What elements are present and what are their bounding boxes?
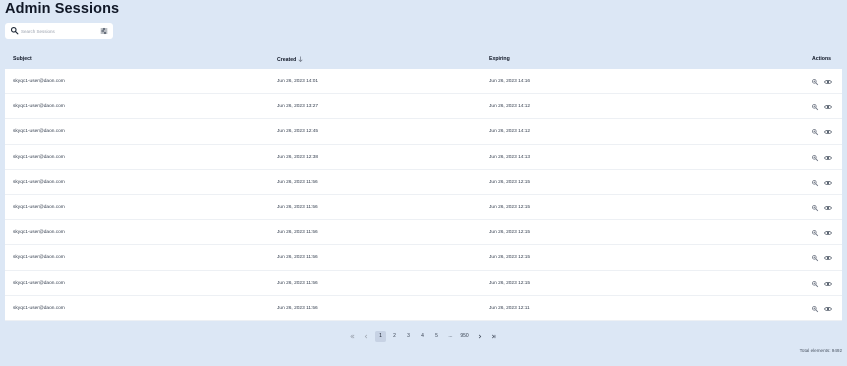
cell-subject: skyqc1-user@daon.com	[13, 205, 65, 210]
cell-expiring: Jun 26, 2023 12:15	[489, 205, 531, 210]
table-row[interactable]: skyqc1-user@daon.com Jun 26, 2023 14:01 Ju…	[5, 69, 842, 95]
cell-expiring: Jun 26, 2023 12:11	[489, 305, 530, 311]
page-button[interactable]: 1	[375, 331, 386, 342]
eye-icon[interactable]	[824, 78, 832, 86]
table-row[interactable]: skyqc1-user@daon.com Jun 26, 2023 12:45 Ju…	[5, 119, 842, 145]
page-button[interactable]: 950	[458, 331, 471, 342]
cell-expiring: Jun 26, 2023 14:12	[489, 104, 531, 110]
next-page-icon[interactable]	[475, 331, 483, 342]
cell-created: Jun 26, 2023 11:56	[277, 305, 318, 311]
cell-created: Jun 26, 2023 12:38	[277, 154, 319, 160]
zoom-icon[interactable]	[811, 229, 819, 237]
cell-subject: skyqc1-user@daon.com	[13, 280, 65, 286]
cell-created: Jun 26, 2023 14:01	[277, 79, 319, 84]
eye-icon[interactable]	[824, 179, 832, 187]
eye-icon[interactable]	[824, 154, 832, 162]
search-input[interactable]	[21, 25, 93, 37]
zoom-icon[interactable]	[811, 254, 819, 262]
table-row[interactable]: skyqc1-user@daon.com Jun 26, 2023 11:56 Ju…	[5, 220, 842, 246]
cell-created: Jun 26, 2023 11:56	[277, 255, 318, 261]
table-row[interactable]: skyqc1-user@daon.com Jun 26, 2023 12:38 Ju…	[5, 145, 842, 170]
page-button[interactable]: 3	[404, 331, 413, 342]
search-box[interactable]	[5, 23, 113, 39]
zoom-icon[interactable]	[811, 128, 819, 136]
column-header-actions: Actions	[811, 56, 831, 62]
zoom-icon[interactable]	[811, 78, 819, 86]
column-header-created[interactable]: Created	[277, 56, 303, 63]
table-row[interactable]: skyqc1-user@daon.com Jun 26, 2023 11:56 Ju…	[5, 195, 842, 221]
eye-icon[interactable]	[824, 128, 832, 136]
cell-subject: skyqc1-user@daon.com	[13, 154, 65, 160]
table-row[interactable]: skyqc1-user@daon.com Jun 26, 2023 11:56 Ju…	[5, 296, 842, 321]
column-header-created-label: Created	[277, 57, 297, 63]
prev-page-icon[interactable]	[362, 331, 370, 342]
pagination-ellipsis: ...	[448, 333, 453, 339]
cell-subject: skyqc1-user@daon.com	[13, 79, 65, 84]
zoom-icon[interactable]	[811, 179, 819, 187]
eye-icon[interactable]	[824, 280, 832, 288]
table-row[interactable]: skyqc1-user@daon.com Jun 26, 2023 13:27 Ju…	[5, 94, 842, 120]
cell-expiring: Jun 26, 2023 12:15	[489, 179, 531, 185]
cell-subject: skyqc1-user@daon.com	[13, 255, 65, 261]
search-icon	[10, 26, 19, 35]
page-title: Admin Sessions	[5, 1, 120, 17]
cell-expiring: Jun 26, 2023 12:15	[489, 255, 531, 261]
cell-expiring: Jun 26, 2023 14:12	[489, 129, 531, 135]
column-header-subject[interactable]: Subject	[13, 56, 32, 62]
cell-subject: skyqc1-user@daon.com	[13, 305, 65, 311]
table-row[interactable]: skyqc1-user@daon.com Jun 26, 2023 11:56 Ju…	[5, 170, 842, 195]
cell-expiring: Jun 26, 2023 14:16	[489, 79, 531, 84]
cell-subject: skyqc1-user@daon.com	[13, 179, 65, 185]
last-page-icon[interactable]	[489, 331, 497, 342]
filter-settings-icon[interactable]	[100, 27, 108, 35]
eye-icon[interactable]	[824, 305, 832, 313]
table-row[interactable]: skyqc1-user@daon.com Jun 26, 2023 11:56 Ju…	[5, 271, 842, 296]
cell-expiring: Jun 26, 2023 14:13	[489, 154, 531, 160]
cell-created: Jun 26, 2023 11:56	[277, 205, 318, 210]
table-row[interactable]: skyqc1-user@daon.com Jun 26, 2023 11:56 Ju…	[5, 245, 842, 271]
page-button[interactable]: 4	[418, 331, 427, 342]
zoom-icon[interactable]	[811, 305, 819, 313]
eye-icon[interactable]	[824, 103, 832, 111]
page-button[interactable]: 5	[432, 331, 441, 342]
sort-descending-icon[interactable]	[298, 56, 303, 62]
first-page-icon[interactable]	[348, 331, 356, 342]
cell-created: Jun 26, 2023 12:45	[277, 129, 319, 135]
cell-created: Jun 26, 2023 11:56	[277, 280, 318, 286]
cell-expiring: Jun 26, 2023 12:15	[489, 230, 531, 236]
cell-created: Jun 26, 2023 11:56	[277, 230, 318, 236]
table-header: Subject Created Expiring Actions	[5, 52, 842, 67]
cell-subject: skyqc1-user@daon.com	[13, 104, 65, 110]
zoom-icon[interactable]	[811, 280, 819, 288]
cell-subject: skyqc1-user@daon.com	[13, 129, 65, 135]
sessions-table: skyqc1-user@daon.com Jun 26, 2023 14:01 Ju…	[5, 69, 842, 321]
cell-subject: skyqc1-user@daon.com	[13, 230, 65, 236]
cell-expiring: Jun 26, 2023 12:15	[489, 280, 531, 286]
total-elements: Total elements: 9492	[799, 348, 842, 353]
admin-sessions-page: Admin Sessions Subject Created Expiring …	[0, 0, 847, 366]
zoom-icon[interactable]	[811, 204, 819, 212]
page-button[interactable]: 2	[390, 331, 399, 342]
cell-created: Jun 26, 2023 13:27	[277, 104, 319, 110]
cell-created: Jun 26, 2023 11:56	[277, 179, 318, 185]
zoom-icon[interactable]	[811, 154, 819, 162]
eye-icon[interactable]	[824, 229, 832, 237]
eye-icon[interactable]	[824, 204, 832, 212]
column-header-expiring[interactable]: Expiring	[489, 56, 510, 62]
zoom-icon[interactable]	[811, 103, 819, 111]
eye-icon[interactable]	[824, 254, 832, 262]
